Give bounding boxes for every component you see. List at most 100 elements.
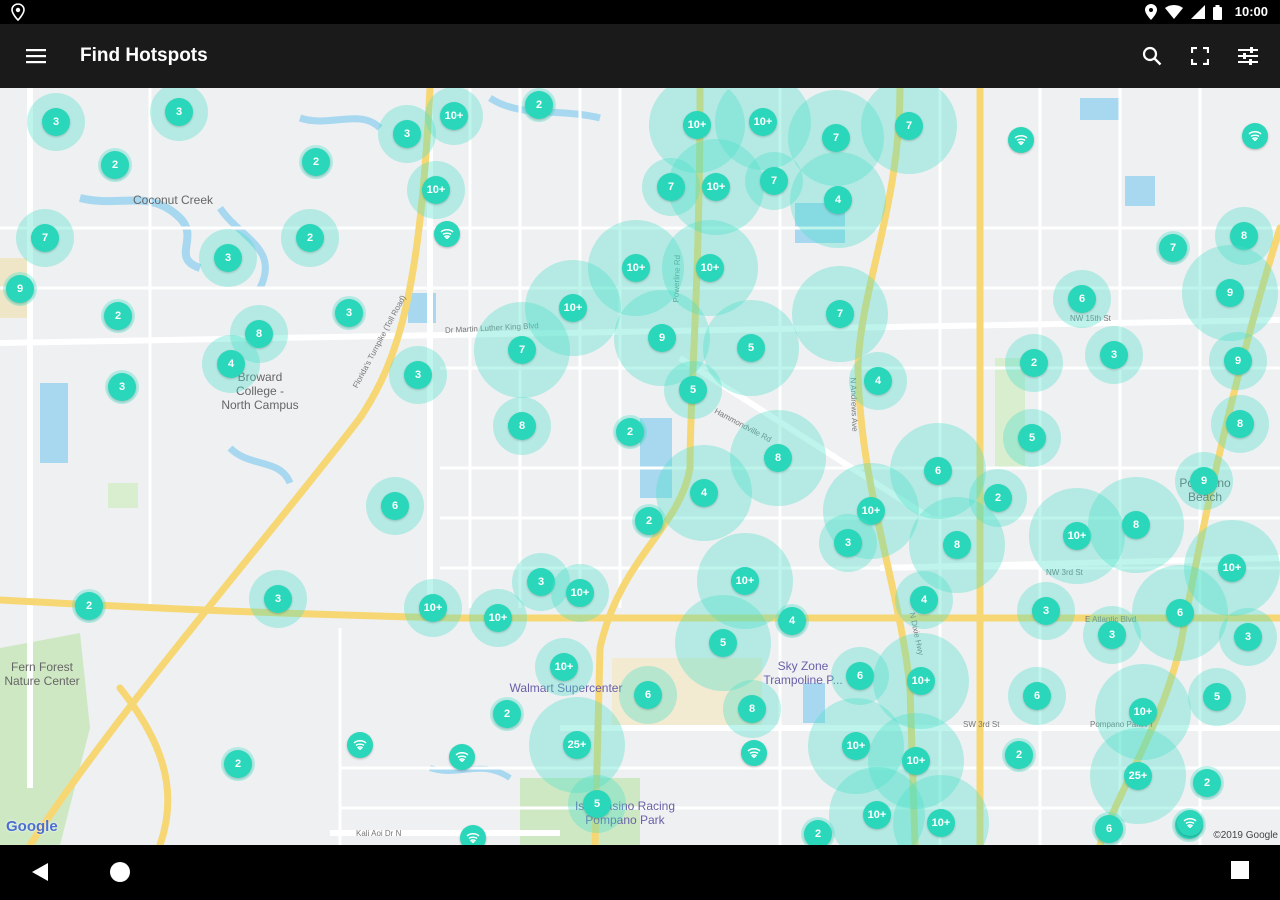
recents-icon[interactable] <box>1231 861 1255 885</box>
cluster-count: 4 <box>824 186 852 214</box>
hamburger-menu-icon[interactable] <box>22 42 50 70</box>
hotspot-cluster[interactable]: 3 <box>389 346 447 404</box>
hotspot-cluster[interactable]: 6 <box>1132 565 1228 661</box>
cluster-count: 6 <box>634 681 662 709</box>
cluster-count: 2 <box>616 418 644 446</box>
hotspot-cluster[interactable]: 3 <box>1017 582 1075 640</box>
hotspot-cluster[interactable]: 4 <box>849 352 907 410</box>
hotspot-cluster[interactable]: 8 <box>723 680 781 738</box>
hotspot-cluster[interactable]: 5 <box>1188 668 1246 726</box>
hotspot-cluster[interactable]: 7 <box>16 209 74 267</box>
cluster-count: 4 <box>778 607 806 635</box>
hotspot-cluster[interactable]: 8 <box>493 397 551 455</box>
wifi-hotspot-icon[interactable] <box>1242 123 1268 149</box>
wifi-hotspot-icon[interactable] <box>1177 810 1203 836</box>
hotspot-cluster[interactable]: 2 <box>1002 738 1036 772</box>
hotspot-cluster[interactable]: 7 <box>474 302 570 398</box>
hotspot-cluster[interactable]: 3 <box>105 370 139 404</box>
hotspot-cluster[interactable]: 2 <box>801 817 835 845</box>
hotspot-cluster[interactable]: 6 <box>1092 812 1126 845</box>
hotspot-cluster[interactable]: 4 <box>202 335 260 393</box>
hotspot-cluster[interactable]: 2 <box>299 145 333 179</box>
hotspot-cluster[interactable]: 10+ <box>404 579 462 637</box>
wifi-hotspot-icon[interactable] <box>741 740 767 766</box>
hotspot-cluster[interactable]: 2 <box>632 504 666 538</box>
wifi-hotspot-icon[interactable] <box>460 825 486 845</box>
hotspot-cluster[interactable]: 4 <box>656 445 752 541</box>
hotspot-cluster[interactable]: 10+ <box>551 564 609 622</box>
hotspot-cluster[interactable]: 3 <box>199 229 257 287</box>
hotspot-cluster[interactable]: 9 <box>1182 245 1278 341</box>
hotspot-cluster[interactable]: 2 <box>72 589 106 623</box>
hotspot-cluster[interactable]: 3 <box>332 296 366 330</box>
hotspot-cluster[interactable]: 3 <box>1083 606 1141 664</box>
hotspot-cluster[interactable]: 25+ <box>1090 728 1186 824</box>
hotspot-cluster[interactable]: 3 <box>1219 608 1277 666</box>
cluster-count: 10+ <box>902 747 930 775</box>
cluster-count: 9 <box>648 324 676 352</box>
hotspot-cluster[interactable]: 2 <box>1190 766 1224 800</box>
hotspot-cluster[interactable]: 6 <box>366 477 424 535</box>
wifi-hotspot-icon[interactable] <box>434 221 460 247</box>
hotspot-cluster[interactable]: 2 <box>221 747 255 781</box>
filter-icon[interactable] <box>1234 42 1262 70</box>
hotspot-cluster[interactable]: 5 <box>568 775 626 833</box>
cluster-count: 25+ <box>1124 762 1152 790</box>
hotspot-cluster[interactable]: 7 <box>1156 231 1190 265</box>
wifi-hotspot-icon[interactable] <box>449 744 475 770</box>
hotspot-cluster[interactable]: 2 <box>101 299 135 333</box>
cluster-count: 10+ <box>683 111 711 139</box>
wifi-hotspot-icon[interactable] <box>347 732 373 758</box>
hotspot-cluster[interactable]: 10+ <box>469 589 527 647</box>
hotspot-cluster[interactable]: 3 <box>27 93 85 151</box>
cluster-count: 7 <box>1159 234 1187 262</box>
hotspot-cluster[interactable]: 4 <box>775 604 809 638</box>
map-view[interactable]: Coconut Creek Broward College - North Cam… <box>0 88 1280 845</box>
hotspot-cluster[interactable]: 2 <box>281 209 339 267</box>
hotspot-cluster[interactable]: 4 <box>790 152 886 248</box>
home-icon[interactable] <box>109 861 133 885</box>
cluster-count: 10+ <box>566 579 594 607</box>
hotspot-cluster[interactable]: 8 <box>1088 477 1184 573</box>
hotspot-cluster[interactable]: 9 <box>1209 332 1267 390</box>
hotspot-cluster[interactable]: 2 <box>1005 334 1063 392</box>
hotspot-cluster[interactable]: 6 <box>619 666 677 724</box>
cluster-count: 9 <box>1190 467 1218 495</box>
hotspot-cluster[interactable]: 8 <box>1211 395 1269 453</box>
search-icon[interactable] <box>1138 42 1166 70</box>
cluster-count: 2 <box>296 224 324 252</box>
hotspot-cluster[interactable]: 10+ <box>407 161 465 219</box>
cluster-count: 2 <box>75 592 103 620</box>
cluster-count: 2 <box>1193 769 1221 797</box>
hotspot-cluster[interactable]: 6 <box>1053 270 1111 328</box>
location-pin-icon <box>10 3 26 26</box>
hotspot-cluster[interactable]: 3 <box>378 105 436 163</box>
hotspot-cluster[interactable]: 9 <box>1175 452 1233 510</box>
road-label: Kali Aoi Dr N <box>356 829 402 838</box>
hotspot-cluster[interactable]: 6 <box>1008 667 1066 725</box>
hotspot-cluster[interactable]: 2 <box>98 148 132 182</box>
cluster-count: 3 <box>1100 341 1128 369</box>
hotspot-cluster[interactable]: 3 <box>1085 326 1143 384</box>
back-icon[interactable] <box>30 861 54 885</box>
hotspot-cluster[interactable]: 9 <box>3 272 37 306</box>
cluster-count: 10+ <box>1129 698 1157 726</box>
hotspot-cluster[interactable]: 5 <box>664 361 722 419</box>
hotspot-cluster[interactable]: 10+ <box>535 638 593 696</box>
cluster-count: 25+ <box>563 731 591 759</box>
map-copyright: ©2019 Google <box>1213 830 1278 841</box>
wifi-hotspot-icon[interactable] <box>1008 127 1034 153</box>
hotspot-cluster[interactable]: 2 <box>613 415 647 449</box>
hotspot-cluster[interactable]: 3 <box>249 570 307 628</box>
hotspot-cluster[interactable]: 2 <box>490 697 524 731</box>
hotspot-cluster[interactable]: 2 <box>522 88 556 122</box>
hotspot-cluster[interactable]: 7 <box>792 266 888 362</box>
scan-icon[interactable] <box>1186 42 1214 70</box>
cluster-count: 7 <box>760 167 788 195</box>
hotspot-cluster[interactable]: 7 <box>642 158 700 216</box>
hotspot-cluster[interactable]: 5 <box>675 595 771 691</box>
cluster-count: 10+ <box>550 653 578 681</box>
hotspot-cluster[interactable]: 3 <box>819 514 877 572</box>
hotspot-cluster[interactable]: 5 <box>1003 409 1061 467</box>
hotspot-cluster[interactable]: 4 <box>895 571 953 629</box>
